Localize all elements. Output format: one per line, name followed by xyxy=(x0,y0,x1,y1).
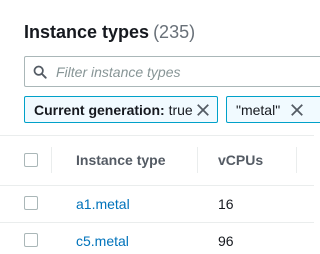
page-title: Instance types (235) xyxy=(24,22,195,43)
row-checkbox[interactable] xyxy=(24,196,38,210)
filter-token-metal: "metal" xyxy=(226,96,320,123)
filter-token-key: Current generation: xyxy=(34,102,165,118)
remove-filter-icon[interactable] xyxy=(196,103,210,117)
search-icon xyxy=(33,65,47,79)
remove-filter-icon[interactable] xyxy=(290,103,304,117)
filter-token-value: true xyxy=(168,102,193,118)
row-divider xyxy=(0,185,314,186)
column-separator xyxy=(51,147,52,173)
row-checkbox[interactable] xyxy=(24,233,38,247)
column-separator xyxy=(197,147,198,173)
instance-types-panel: Instance types(235) Current generation: … xyxy=(0,0,320,254)
search-box[interactable] xyxy=(24,56,320,87)
filter-token-value: "metal" xyxy=(236,102,281,118)
column-header-instance-type[interactable]: Instance type xyxy=(76,152,165,168)
filter-token-label: Current generation: true xyxy=(34,102,193,118)
select-all-checkbox[interactable] xyxy=(24,153,38,167)
row-divider xyxy=(0,222,314,223)
column-header-vcpus[interactable]: vCPUs xyxy=(218,152,263,168)
vcpus-cell: 96 xyxy=(218,233,234,249)
filter-token-current-generation: Current generation: true xyxy=(24,96,218,123)
table-divider xyxy=(0,135,314,136)
vcpus-cell: 16 xyxy=(218,196,234,212)
page-title-text: Instance types xyxy=(24,22,150,42)
search-input[interactable] xyxy=(56,61,316,83)
instance-type-link[interactable]: a1.metal xyxy=(76,196,130,212)
column-separator xyxy=(296,147,297,173)
instance-type-link[interactable]: c5.metal xyxy=(76,233,129,249)
instance-count: (235) xyxy=(153,22,196,42)
